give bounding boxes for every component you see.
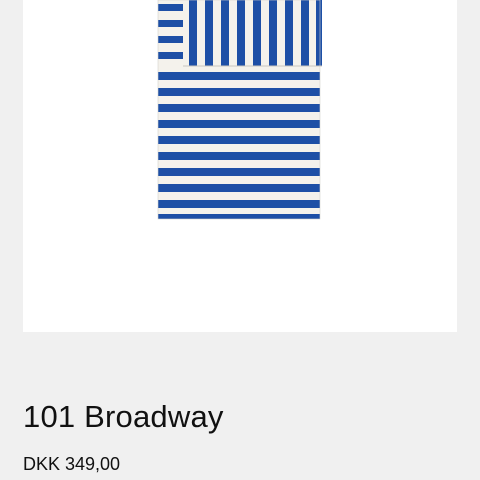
- product-title[interactable]: 101 Broadway: [23, 399, 224, 434]
- product-image-card[interactable]: [23, 0, 457, 332]
- striped-textile-icon: [157, 0, 322, 220]
- product-image[interactable]: [23, 0, 457, 332]
- product-page: 101 Broadway DKK 349,00: [0, 0, 480, 480]
- product-price: DKK 349,00: [23, 454, 121, 474]
